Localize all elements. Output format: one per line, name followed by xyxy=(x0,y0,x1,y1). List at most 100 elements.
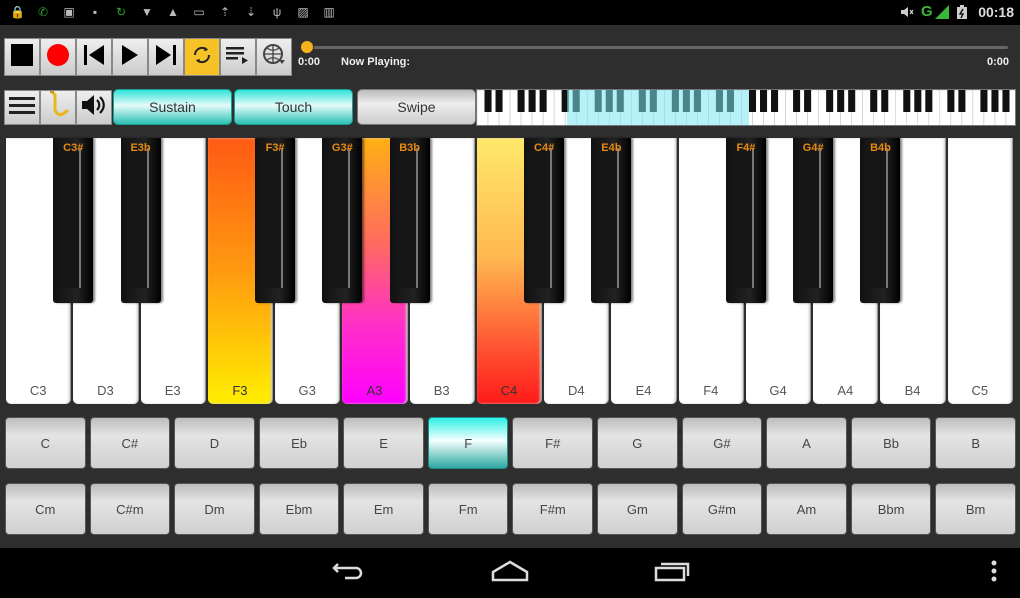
chord-label: C#m xyxy=(116,501,144,517)
progress-slider-handle[interactable] xyxy=(300,40,314,54)
chord-button-a[interactable]: A xyxy=(766,417,847,469)
loop-button[interactable] xyxy=(184,38,220,76)
black-key-g3-sharp[interactable]: G3# xyxy=(322,138,363,303)
black-key-face xyxy=(799,148,822,288)
key-label: F3 xyxy=(232,383,248,398)
swipe-toggle[interactable]: Swipe xyxy=(357,89,476,125)
visible-range-highlight[interactable] xyxy=(567,90,749,125)
sustain-toggle[interactable]: Sustain xyxy=(113,89,232,125)
chat-icon: ▭ xyxy=(193,5,205,19)
playlist-button[interactable] xyxy=(220,38,256,76)
key-label: G4# xyxy=(802,142,824,154)
chord-label: D xyxy=(209,435,220,451)
chord-button-gm[interactable]: Gm xyxy=(597,483,678,535)
home-button[interactable] xyxy=(490,560,530,586)
chord-button-f-sharpm[interactable]: F#m xyxy=(512,483,594,535)
next-button[interactable] xyxy=(148,38,184,76)
minor-chords-row: Cm C#m Dm Ebm Em Fm F#m Gm G#m Am Bbm Bm xyxy=(5,483,1016,535)
sound-button[interactable] xyxy=(76,90,112,125)
shield-icon: ▼ xyxy=(141,5,153,19)
signal-icon xyxy=(935,5,949,19)
chord-button-cm[interactable]: Cm xyxy=(5,483,86,535)
black-key-e4b[interactable]: E4b xyxy=(591,138,632,303)
black-key-e3b[interactable]: E3b xyxy=(120,138,161,303)
previous-button[interactable] xyxy=(76,38,112,76)
chord-button-d[interactable]: D xyxy=(174,417,255,469)
play-button[interactable] xyxy=(112,38,148,76)
chord-button-bm[interactable]: Bm xyxy=(935,483,1016,535)
chord-label: Bm xyxy=(965,501,986,517)
instrument-button[interactable] xyxy=(40,90,76,125)
now-playing-label: Now Playing: xyxy=(341,56,411,68)
mini-black-key xyxy=(991,90,999,112)
chord-label: Fm xyxy=(458,501,478,517)
black-key-b3b[interactable]: B3b xyxy=(389,138,430,303)
chord-button-f-sharp[interactable]: F# xyxy=(512,417,594,469)
black-key-face xyxy=(126,148,149,288)
globe-icon xyxy=(262,43,286,72)
mini-black-key xyxy=(1002,90,1010,112)
sync-icon: ↻ xyxy=(115,5,127,19)
chord-button-g[interactable]: G xyxy=(597,417,678,469)
recents-button[interactable] xyxy=(652,560,692,586)
key-label: B4b xyxy=(870,142,891,154)
lock-icon: 🔒 xyxy=(10,5,25,19)
network-type: G xyxy=(921,3,933,20)
more-vertical-icon xyxy=(991,560,997,587)
chord-button-dm[interactable]: Dm xyxy=(174,483,255,535)
back-button[interactable] xyxy=(330,560,366,586)
touch-toggle[interactable]: Touch xyxy=(234,89,353,125)
chord-button-ebm[interactable]: Ebm xyxy=(258,483,340,535)
mini-black-key xyxy=(881,90,889,112)
online-songs-button[interactable] xyxy=(256,38,292,76)
stop-button[interactable] xyxy=(4,38,40,76)
black-key-b4b[interactable]: B4b xyxy=(860,138,901,303)
black-key-c4-sharp[interactable]: C4# xyxy=(524,138,565,303)
white-key-c5[interactable]: C5 xyxy=(947,138,1013,404)
book-icon: ▥ xyxy=(323,5,335,19)
chord-button-c[interactable]: C xyxy=(5,417,86,469)
chord-button-c-sharpm[interactable]: C#m xyxy=(89,483,171,535)
chord-label: Am xyxy=(796,501,817,517)
mini-black-key xyxy=(947,90,955,112)
chord-button-f[interactable]: F xyxy=(427,417,509,469)
mini-black-key xyxy=(539,90,547,112)
playlist-icon xyxy=(226,45,250,70)
chord-button-b[interactable]: B xyxy=(935,417,1016,469)
key-label: D3 xyxy=(97,383,114,398)
chord-button-eb[interactable]: Eb xyxy=(258,417,340,469)
black-key-f4-sharp[interactable]: F4# xyxy=(725,138,766,303)
chord-button-bbm[interactable]: Bbm xyxy=(850,483,932,535)
key-label: C5 xyxy=(971,383,989,398)
image-icon: ▨ xyxy=(297,5,309,19)
chord-button-c-sharp[interactable]: C# xyxy=(89,417,171,469)
loop-icon xyxy=(191,44,213,71)
speaker-icon xyxy=(80,93,108,122)
chord-button-g-sharp[interactable]: G# xyxy=(681,417,763,469)
chord-button-g-sharpm[interactable]: G#m xyxy=(681,483,763,535)
progress-track[interactable] xyxy=(306,46,1008,49)
piano-app: 0:00 Now Playing: 0:00 Sustain Touch Swi… xyxy=(0,25,1020,548)
record-button[interactable] xyxy=(40,38,76,76)
chord-label: Bbm xyxy=(877,501,905,517)
chord-button-bb[interactable]: Bb xyxy=(850,417,932,469)
mini-black-key xyxy=(793,90,801,112)
chord-label: C# xyxy=(121,435,139,451)
black-key-f3-sharp[interactable]: F3# xyxy=(255,138,296,303)
key-label: A3 xyxy=(366,383,383,398)
chord-label: F xyxy=(464,435,473,451)
chord-button-e[interactable]: E xyxy=(343,417,424,469)
keyboard-navigator[interactable] xyxy=(476,89,1016,126)
key-label: B3 xyxy=(433,383,450,398)
chord-button-am[interactable]: Am xyxy=(766,483,847,535)
menu-button[interactable] xyxy=(4,90,40,125)
key-label: C4# xyxy=(534,142,555,154)
black-key-g4-sharp[interactable]: G4# xyxy=(793,138,834,303)
chord-button-fm[interactable]: Fm xyxy=(427,483,509,535)
mini-black-key xyxy=(771,90,779,112)
black-key-c3-sharp[interactable]: C3# xyxy=(53,138,94,303)
overflow-menu-button[interactable] xyxy=(986,560,1002,586)
key-label: A4 xyxy=(837,383,854,398)
mini-black-key xyxy=(925,90,933,112)
chord-button-em[interactable]: Em xyxy=(343,483,424,535)
